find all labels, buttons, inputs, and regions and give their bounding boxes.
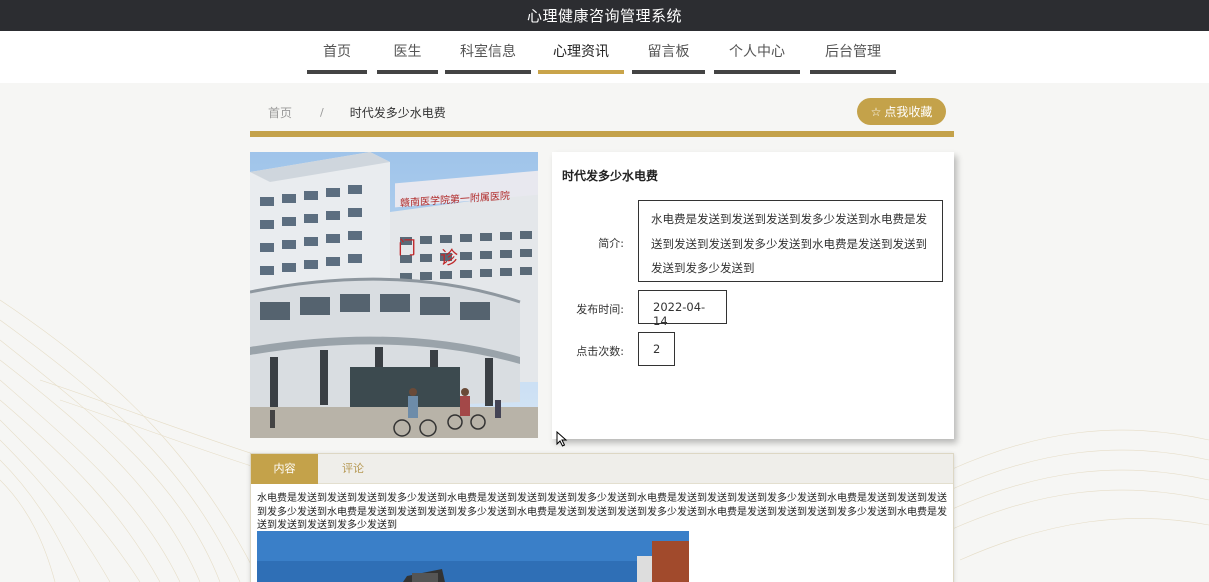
nav-item-label: 留言板 [647, 44, 690, 60]
intro-label: 简介: [598, 237, 624, 250]
nav-underline [445, 70, 531, 74]
nav-underline [714, 70, 800, 74]
tab-comments[interactable]: 评论 [318, 454, 388, 484]
divider [250, 131, 954, 137]
intro-value: 水电费是发送到发送到发送到发多少发送到水电费是发送到发送到发送到发多少发送到水电… [638, 200, 943, 282]
main-nav: 首页 医生 科室信息 心理资讯 留言板 个人中心 后台管理 [0, 31, 1209, 83]
nav-underline [307, 70, 367, 74]
nav-item-label: 心理资讯 [553, 44, 609, 60]
nav-item-user-center[interactable]: 个人中心 [714, 31, 800, 74]
article-title: 时代发多少水电费 [562, 169, 659, 183]
nav-item-message-board[interactable]: 留言板 [632, 31, 705, 74]
svg-text:诊: 诊 [440, 248, 458, 269]
nav-item-label: 个人中心 [729, 44, 785, 60]
nav-item-label: 首页 [323, 44, 351, 60]
content-panel: 内容 评论 水电费是发送到发送到发送到发多少发送到水电费是发送到发送到发送到发多… [250, 453, 954, 582]
favorite-button[interactable]: ☆ 点我收藏 [857, 98, 946, 125]
click-count-label: 点击次数: [576, 345, 624, 358]
app-title: 心理健康咨询管理系统 [526, 7, 682, 25]
top-bar: 心理健康咨询管理系统 [0, 0, 1209, 31]
breadcrumb-separator: / [320, 106, 324, 119]
breadcrumb-current: 时代发多少水电费 [349, 106, 446, 120]
nav-item-label: 后台管理 [825, 44, 881, 60]
nav-item-psych-news[interactable]: 心理资讯 [538, 31, 624, 74]
tab-content[interactable]: 内容 [251, 454, 318, 484]
click-count-value: 2 [638, 332, 675, 366]
breadcrumb-home[interactable]: 首页 [268, 104, 292, 121]
nav-item-departments[interactable]: 科室信息 [445, 31, 531, 74]
nav-item-label: 科室信息 [460, 44, 516, 60]
nav-underline [632, 70, 705, 74]
favorite-button-label: 点我收藏 [884, 105, 933, 119]
star-outline-icon: ☆ [870, 104, 882, 119]
nav-item-label: 医生 [393, 44, 422, 60]
publish-date-label: 发布时间: [576, 303, 624, 316]
breadcrumb: 首页 / 时代发多少水电费 [268, 104, 446, 121]
content-image [257, 531, 689, 582]
nav-underline [377, 70, 438, 74]
nav-underline [810, 70, 896, 74]
svg-text:门: 门 [398, 238, 416, 259]
nav-item-home[interactable]: 首页 [307, 31, 367, 74]
article-image: 赣南医学院第一附属医院 门 诊 [250, 152, 538, 438]
nav-item-admin[interactable]: 后台管理 [810, 31, 896, 74]
nav-item-doctors[interactable]: 医生 [377, 31, 438, 74]
mouse-cursor-icon [556, 431, 568, 447]
content-tabs: 内容 评论 [251, 454, 953, 484]
content-body: 水电费是发送到发送到发送到发多少发送到水电费是发送到发送到发送到发多少发送到水电… [257, 493, 947, 531]
publish-date-value: 2022-04-14 [638, 290, 727, 328]
article-info-card: 时代发多少水电费 简介: 水电费是发送到发送到发送到发多少发送到水电费是发送到发… [552, 152, 954, 439]
nav-underline [538, 70, 624, 74]
